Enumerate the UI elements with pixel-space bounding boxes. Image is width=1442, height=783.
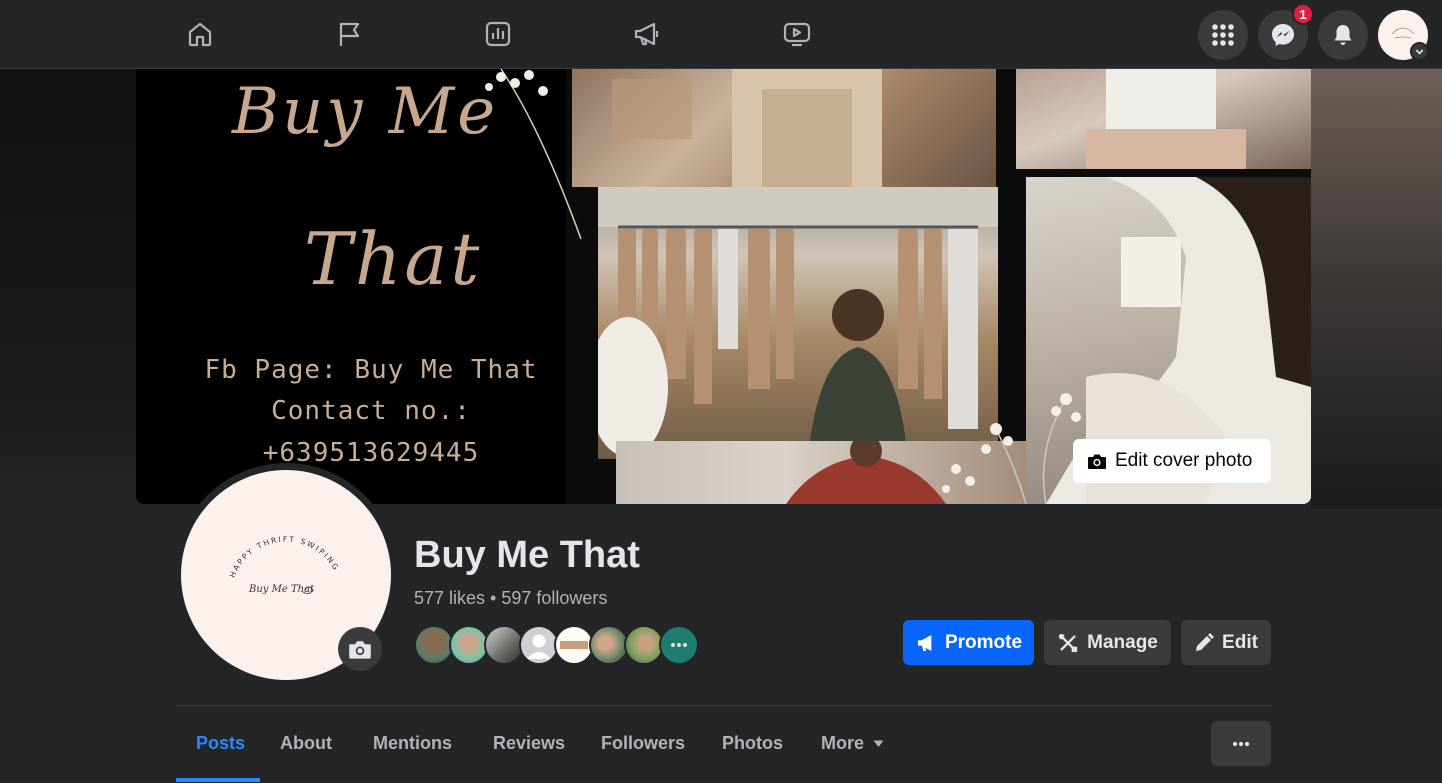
more-followers-button[interactable] xyxy=(659,625,699,665)
edit-page-button[interactable]: Edit xyxy=(1181,620,1271,665)
messenger-button[interactable]: 1 xyxy=(1258,3,1314,60)
edit-cover-photo-label: Edit cover photo xyxy=(1115,450,1253,471)
follower-avatar[interactable] xyxy=(554,625,594,665)
camera-icon xyxy=(349,641,371,659)
cover-info-line3: +639513629445 xyxy=(262,438,480,468)
cover-flower-sprig-top xyxy=(485,69,582,240)
cover-script-line2: That xyxy=(304,217,483,301)
manage-label: Manage xyxy=(1087,631,1158,653)
promote-button[interactable]: Promote xyxy=(903,620,1034,665)
messenger-badge: 1 xyxy=(1292,3,1314,25)
tab-reviews[interactable]: Reviews xyxy=(493,733,565,754)
header-divider xyxy=(176,705,1271,706)
account-menu-chevron-icon[interactable] xyxy=(1410,42,1429,61)
update-profile-picture-button[interactable] xyxy=(338,627,382,671)
cover-flower-sprig-bottom xyxy=(942,393,1081,504)
tab-more-label: More xyxy=(821,733,865,753)
camera-icon xyxy=(1088,454,1106,469)
page-title: Buy Me That xyxy=(414,534,640,576)
tab-more[interactable]: More xyxy=(821,733,884,754)
menu-grid-icon xyxy=(1212,24,1234,46)
cover-photo-tile-1 xyxy=(572,69,996,187)
pencil-icon xyxy=(1196,632,1215,651)
megaphone-icon[interactable] xyxy=(627,14,667,54)
cover-blur-edge xyxy=(1311,69,1442,509)
page-options-button[interactable] xyxy=(1211,721,1271,766)
tab-photos[interactable]: Photos xyxy=(722,733,783,754)
follower-avatar[interactable] xyxy=(589,625,629,665)
menu-grid-button[interactable] xyxy=(1198,10,1248,60)
svg-text:HAPPY THRIFT SWIPING: HAPPY THRIFT SWIPING xyxy=(228,535,342,579)
cover-info-line1: Fb Page: Buy Me That xyxy=(204,355,538,385)
cover-script-line1: Buy Me xyxy=(232,75,499,149)
follower-avatar[interactable] xyxy=(519,625,559,665)
messenger-icon xyxy=(1272,24,1294,46)
follower-avatar[interactable] xyxy=(484,625,524,665)
insights-icon[interactable] xyxy=(478,14,518,54)
cover-info-line2: Contact no.: xyxy=(271,396,471,426)
flag-icon[interactable] xyxy=(329,14,369,54)
follower-avatar[interactable] xyxy=(624,625,664,665)
edit-cover-photo-button[interactable]: Edit cover photo xyxy=(1073,439,1271,483)
active-tab-indicator xyxy=(176,778,260,782)
page-stats[interactable]: 577 likes • 597 followers xyxy=(414,588,607,609)
tab-mentions[interactable]: Mentions xyxy=(373,733,452,754)
home-icon[interactable] xyxy=(180,14,220,54)
more-dots-icon xyxy=(1232,741,1250,746)
follower-avatars[interactable] xyxy=(414,625,704,665)
bell-icon xyxy=(1334,25,1352,45)
tab-followers[interactable]: Followers xyxy=(601,733,685,754)
megaphone-icon xyxy=(917,634,932,651)
more-dots-icon xyxy=(671,643,687,647)
manage-button[interactable]: Manage xyxy=(1044,620,1171,665)
tools-icon xyxy=(1058,633,1078,652)
top-navigation-bar: 1 xyxy=(0,0,1442,69)
tab-about[interactable]: About xyxy=(280,733,332,754)
notifications-button[interactable] xyxy=(1318,10,1368,60)
follower-avatar[interactable] xyxy=(449,625,489,665)
cover-photo-tile-2 xyxy=(1016,69,1311,169)
edit-label: Edit xyxy=(1222,631,1258,653)
follower-avatar[interactable] xyxy=(414,625,454,665)
watch-icon[interactable] xyxy=(777,14,817,54)
tab-posts[interactable]: Posts xyxy=(196,733,245,754)
caret-down-icon xyxy=(873,740,884,747)
promote-label: Promote xyxy=(944,631,1023,653)
